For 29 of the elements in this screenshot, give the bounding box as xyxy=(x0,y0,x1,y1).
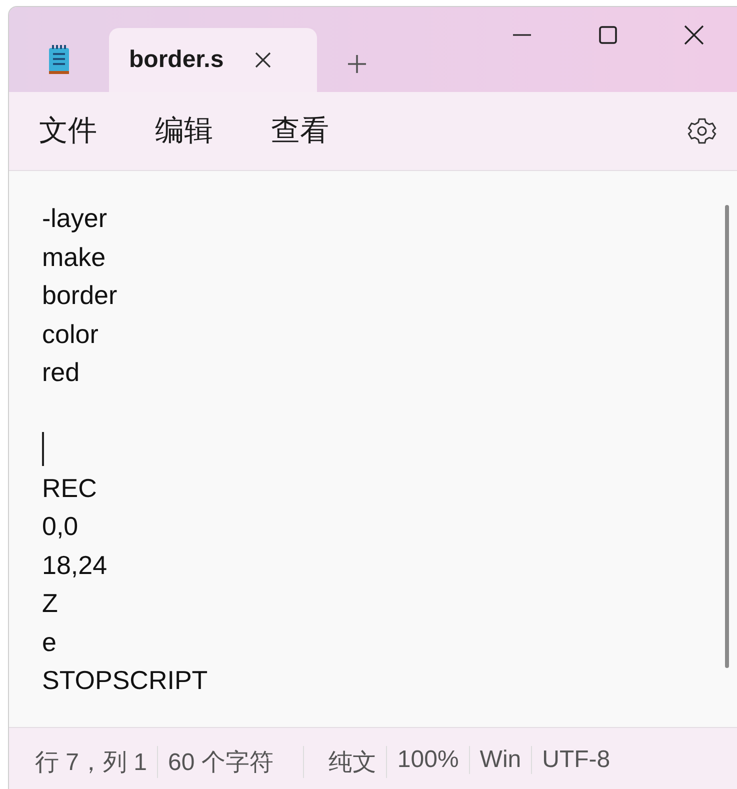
text-line: REC xyxy=(42,472,97,504)
menu-item[interactable]: 编辑 xyxy=(155,111,213,151)
text-line: make xyxy=(42,240,106,274)
status-item: 行 7，列 1 xyxy=(25,746,158,778)
close-icon[interactable] xyxy=(254,51,272,69)
status-item: UTF-8 xyxy=(541,746,612,774)
status-item: Win xyxy=(470,746,532,774)
menu-item[interactable]: 查看 xyxy=(271,111,329,151)
text-line: 18,24 xyxy=(42,548,108,582)
text-line: color xyxy=(42,318,98,350)
text-line: e xyxy=(42,626,56,658)
status-item: 60 个字符 xyxy=(158,746,304,778)
settings-icon[interactable] xyxy=(687,116,717,146)
text-line: border xyxy=(42,279,118,312)
tab-title: border.s xyxy=(129,46,224,74)
plus-icon[interactable] xyxy=(347,54,367,74)
text-line: Z xyxy=(42,587,58,620)
text-line: 0,0 xyxy=(42,510,78,543)
close-icon[interactable] xyxy=(684,25,704,45)
scrollbar-thumb[interactable] xyxy=(725,205,729,668)
notepad-icon xyxy=(47,44,71,76)
text-line: STOPSCRIPT xyxy=(42,664,208,697)
maximize-icon[interactable] xyxy=(598,25,618,45)
text-line: -layer xyxy=(42,202,108,235)
status-item: 纯文 xyxy=(304,746,388,778)
file-tab[interactable]: border.s xyxy=(109,28,317,92)
text-line: red xyxy=(42,356,80,389)
menu-item[interactable]: 文件 xyxy=(39,111,97,151)
status-item: 100% xyxy=(387,746,470,774)
